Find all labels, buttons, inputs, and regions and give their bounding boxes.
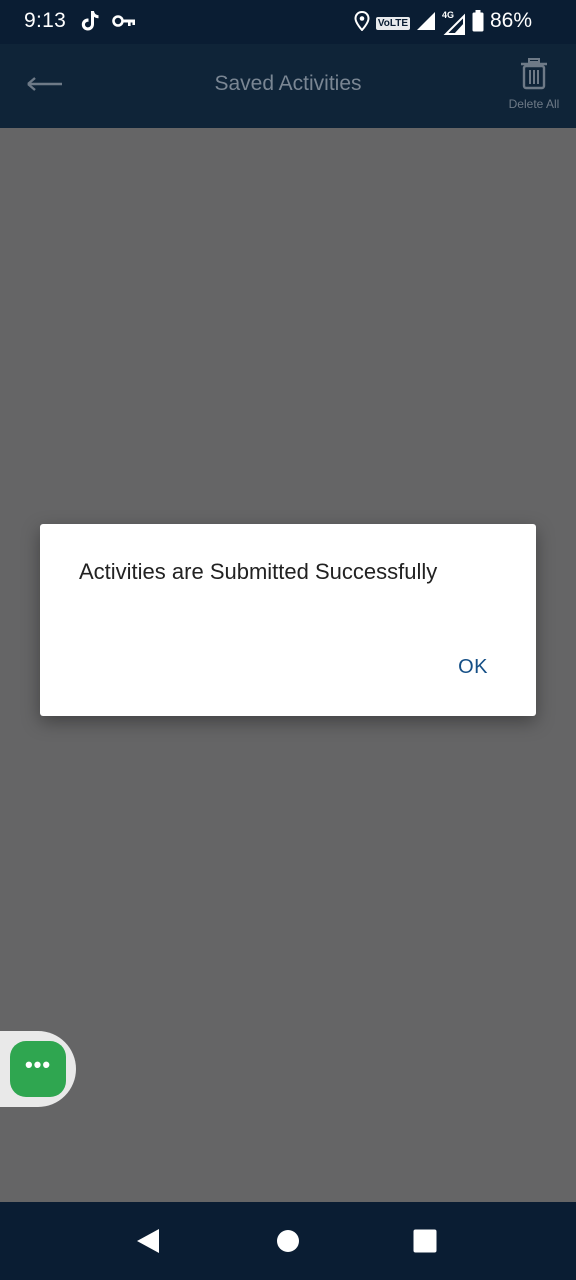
tiktok-icon [80,10,100,37]
battery-percentage: 86% [489,9,532,32]
chat-dots-icon: ••• [24,1052,52,1077]
delete-all-label: Delete All [508,97,560,111]
signal-icon [416,11,436,36]
status-bar: 9:13 VoLTE 4G 86% [0,0,576,44]
chat-bubble-button[interactable]: ••• [10,1041,66,1097]
nav-recents-icon[interactable] [413,1229,437,1258]
vpn-key-icon [112,14,136,33]
app-bar: Saved Activities Delete All [0,44,576,128]
location-icon [354,10,370,36]
delete-all-button[interactable]: Delete All [504,58,564,111]
volte-icon: VoLTE [375,17,410,30]
chat-bubble-container: ••• [0,1031,76,1107]
dialog-message: Activities are Submitted Successfully [79,559,438,584]
ok-button[interactable]: OK [450,652,496,683]
system-nav-bar [0,1202,576,1280]
battery-icon [472,10,484,37]
status-time: 9:13 [24,9,67,32]
success-dialog: Activities are Submitted Successfully OK [40,524,536,716]
screen: 9:13 VoLTE 4G 86% Saved Activities Delet… [0,0,576,1280]
nav-home-icon[interactable] [276,1229,300,1258]
trash-icon [521,58,547,90]
nav-back-icon[interactable] [135,1228,161,1259]
page-title: Saved Activities [214,72,362,95]
signal-4g-icon: 4G [442,10,466,35]
